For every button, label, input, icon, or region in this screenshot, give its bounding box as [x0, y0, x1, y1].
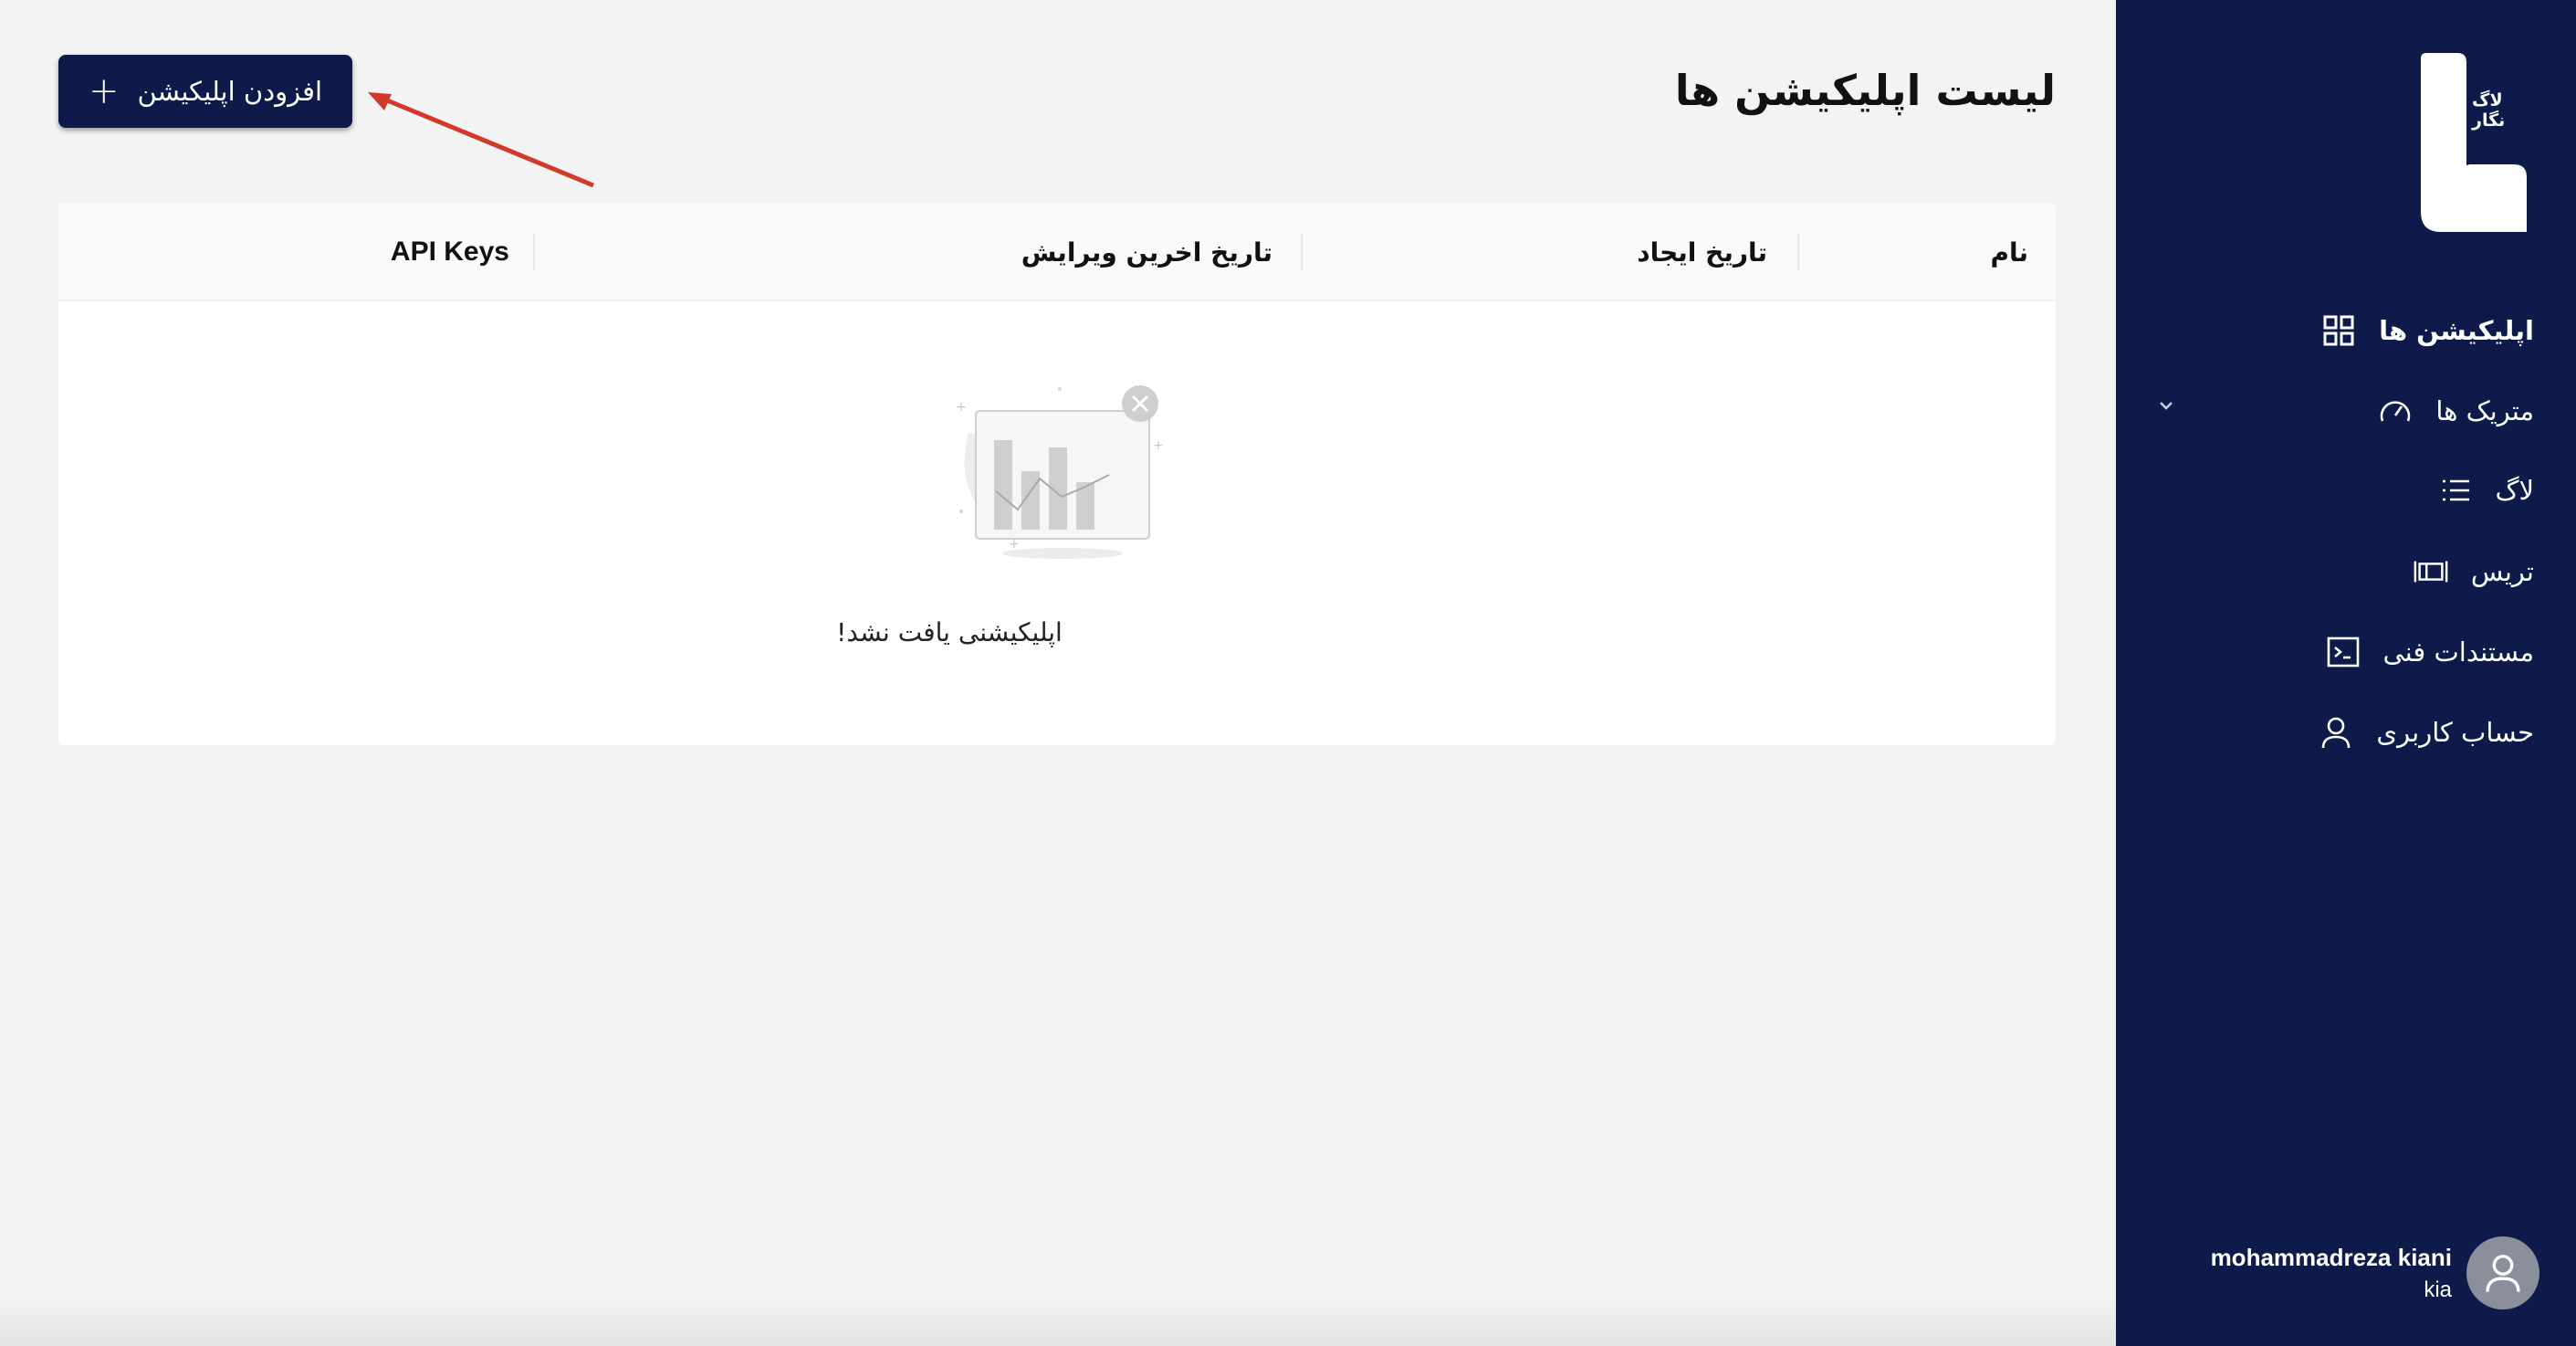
svg-text:+: + [1009, 537, 1020, 552]
plus-icon: + [88, 70, 120, 112]
column-header-name[interactable]: نام [1990, 203, 2028, 301]
sidebar-item-docs[interactable]: مستندات فنی [2325, 625, 2535, 679]
trace-icon [2413, 553, 2449, 590]
user-handle: kia [2424, 1277, 2452, 1302]
column-divider [1797, 234, 1799, 270]
svg-text:+: + [1153, 438, 1164, 453]
lognegar-logo[interactable]: لاگ نگار [2414, 53, 2543, 232]
sidebar-item-label: متریک ها [2435, 395, 2534, 426]
sidebar-item-label: لاگ [2495, 475, 2535, 506]
sidebar-item-logs[interactable]: لاگ [2437, 463, 2535, 518]
empty-state-text: اپلیکیشنی یافت نشد! [836, 617, 1063, 647]
sidebar-item-metrics[interactable]: متریک ها [2377, 384, 2534, 438]
gauge-icon [2377, 393, 2414, 429]
applications-table: نام تاریخ ایجاد تاریخ اخرین ویرایش API K… [58, 203, 2056, 745]
add-application-button[interactable]: افزودن اپلیکیشن + [58, 55, 352, 128]
user-name: mohammadreza kiani [2210, 1243, 2452, 1271]
user-profile[interactable]: mohammadreza kiani kia [2211, 1236, 2539, 1309]
grid-icon [2320, 312, 2357, 349]
logo-text-2: نگار [2471, 110, 2505, 131]
empty-state-message: اپلیکیشنی یافت نشد! [58, 617, 2056, 647]
chevron-down-icon[interactable] [2154, 394, 2178, 417]
annotation-arrow [368, 92, 594, 188]
column-divider [533, 234, 535, 270]
logo-text-1: لاگ [2472, 89, 2503, 110]
bottom-shadow [0, 1291, 2116, 1346]
empty-state-illustration: + + + [956, 385, 1164, 559]
avatar[interactable] [2466, 1236, 2539, 1309]
sidebar-item-label: تریس [2470, 556, 2534, 587]
svg-text:+: + [956, 400, 967, 415]
page-title: لیست اپلیکیشن ها [1674, 66, 2056, 115]
sidebar: لاگ نگار اپلیکیشن ها متریک ها لاگ تریس م… [2116, 0, 2576, 1346]
terminal-icon [2325, 634, 2361, 670]
column-header-created[interactable]: تاریخ ایجاد [1637, 203, 1767, 301]
sidebar-item-label: اپلیکیشن ها [2379, 315, 2534, 346]
sidebar-item-trace[interactable]: تریس [2413, 544, 2534, 599]
table-header: نام تاریخ ایجاد تاریخ اخرین ویرایش API K… [58, 203, 2056, 301]
column-header-api-keys[interactable]: API Keys [391, 203, 509, 301]
sidebar-item-label: مستندات فنی [2382, 636, 2535, 668]
sidebar-item-account[interactable]: حساب کاربری [2318, 705, 2534, 760]
sidebar-item-applications[interactable]: اپلیکیشن ها [2320, 303, 2534, 358]
sidebar-item-label: حساب کاربری [2376, 717, 2534, 748]
user-avatar-icon [2486, 1255, 2520, 1292]
column-divider [1301, 234, 1303, 270]
add-application-label: افزودن اپلیکیشن [137, 76, 323, 107]
user-icon [2318, 714, 2354, 751]
list-icon [2437, 472, 2474, 509]
column-header-last-edited[interactable]: تاریخ اخرین ویرایش [1021, 203, 1272, 301]
